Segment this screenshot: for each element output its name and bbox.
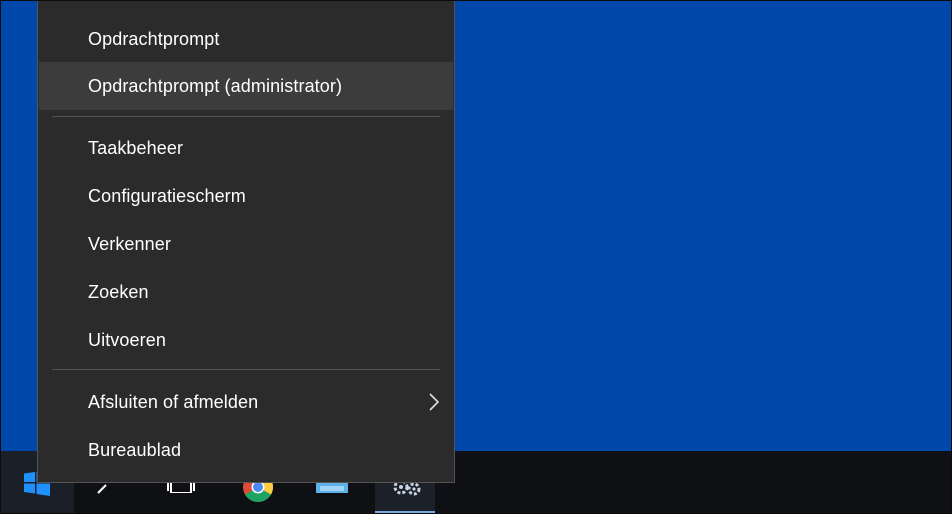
chevron-right-icon (429, 393, 440, 411)
menu-item-bureaublad[interactable]: Bureaublad (39, 426, 453, 474)
menu-item-taakbeheer[interactable]: Taakbeheer (39, 124, 453, 172)
menu-item-label: Afsluiten of afmelden (88, 391, 259, 412)
menu-item-label: Zoeken (88, 281, 149, 302)
menu-item-afsluiten-of-afmelden[interactable]: Afsluiten of afmelden (39, 378, 453, 426)
menu-item-verkenner[interactable]: Verkenner (39, 220, 453, 268)
menu-item-label: Taakbeheer (88, 137, 184, 158)
menu-item-label: Opdrachtprompt (88, 28, 220, 49)
menu-separator (52, 369, 440, 370)
menu-item-label: Verkenner (88, 233, 171, 254)
menu-item-configuratiescherm[interactable]: Configuratiescherm (39, 172, 453, 220)
menu-item-label: Opdrachtprompt (administrator) (88, 75, 343, 96)
menu-item-zoeken[interactable]: Zoeken (39, 268, 453, 316)
menu-item-label: Configuratiescherm (88, 185, 246, 206)
menu-item-label: Uitvoeren (88, 329, 166, 350)
winx-context-menu: Opdrachtprompt Opdrachtprompt (administr… (37, 0, 455, 483)
clipped-menu-item (125, 0, 185, 2)
menu-item-uitvoeren[interactable]: Uitvoeren (39, 316, 453, 364)
menu-separator (52, 116, 440, 117)
menu-item-opdrachtprompt[interactable]: Opdrachtprompt (39, 15, 453, 63)
menu-item-opdrachtprompt-admin[interactable]: Opdrachtprompt (administrator) (39, 62, 453, 110)
menu-item-label: Bureaublad (88, 439, 182, 460)
